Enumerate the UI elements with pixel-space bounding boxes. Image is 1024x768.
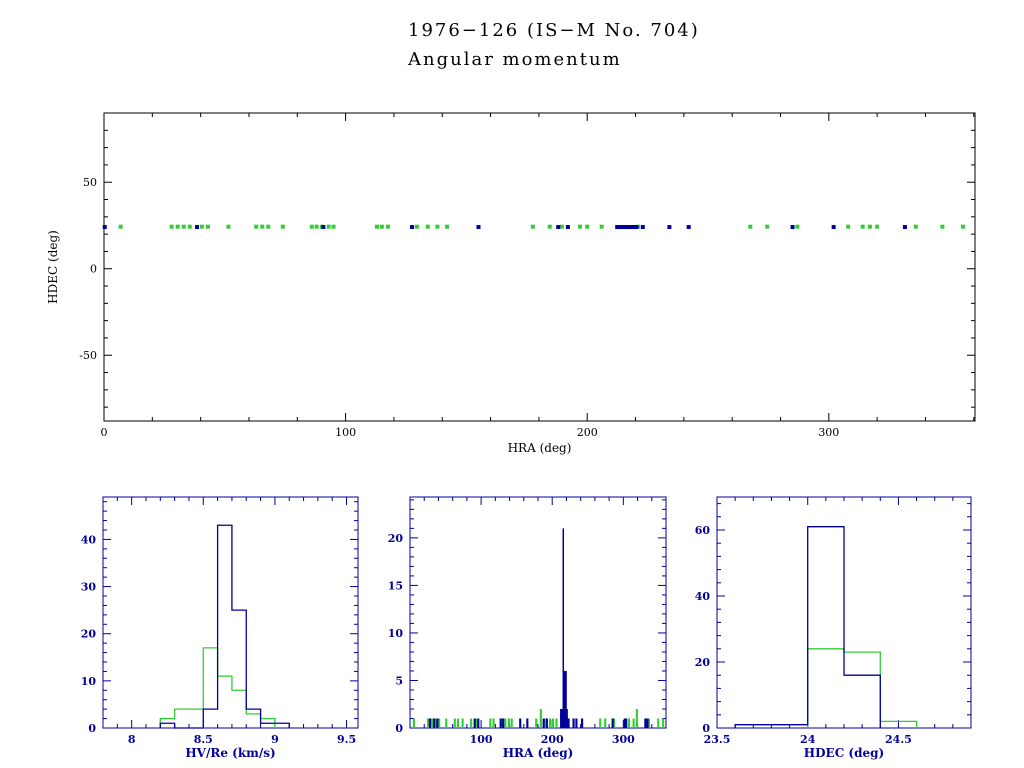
plot-canvas: 1976−126 (IS−M No. 704) Angular momentum… — [0, 0, 1024, 768]
svg-text:60: 60 — [695, 524, 711, 537]
svg-text:24: 24 — [800, 733, 816, 746]
histogram-hdec: 23.52424.50204060HDEC (deg) — [0, 0, 1024, 768]
svg-text:40: 40 — [695, 590, 711, 603]
svg-text:0: 0 — [702, 722, 710, 735]
svg-text:20: 20 — [695, 656, 711, 669]
svg-text:HDEC (deg): HDEC (deg) — [804, 746, 884, 760]
svg-text:24.5: 24.5 — [885, 733, 912, 746]
